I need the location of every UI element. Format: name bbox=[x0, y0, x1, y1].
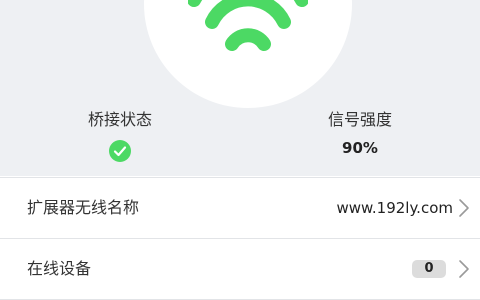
row-extender-ssid[interactable]: 扩展器无线名称 www.192ly.com bbox=[0, 177, 480, 238]
check-circle-icon bbox=[109, 140, 131, 162]
signal-strength: 信号强度 90% bbox=[280, 108, 440, 158]
signal-strength-label: 信号强度 bbox=[327, 110, 392, 129]
device-count-badge: 0 bbox=[412, 260, 446, 278]
chevron-right-icon bbox=[459, 199, 469, 217]
status-header: 桥接状态 信号强度 90% bbox=[0, 0, 480, 176]
row-extender-ssid-label: 扩展器无线名称 bbox=[27, 198, 140, 217]
bridge-status: 桥接状态 bbox=[40, 108, 200, 166]
chevron-right-icon bbox=[459, 260, 469, 278]
row-online-devices-label: 在线设备 bbox=[27, 259, 92, 278]
signal-strength-value: 90% bbox=[342, 139, 378, 157]
row-extender-ssid-value: www.192ly.com bbox=[336, 199, 453, 217]
row-online-devices[interactable]: 在线设备 0 bbox=[0, 238, 480, 300]
bridge-status-label: 桥接状态 bbox=[87, 110, 152, 129]
wifi-icon bbox=[188, 0, 308, 51]
